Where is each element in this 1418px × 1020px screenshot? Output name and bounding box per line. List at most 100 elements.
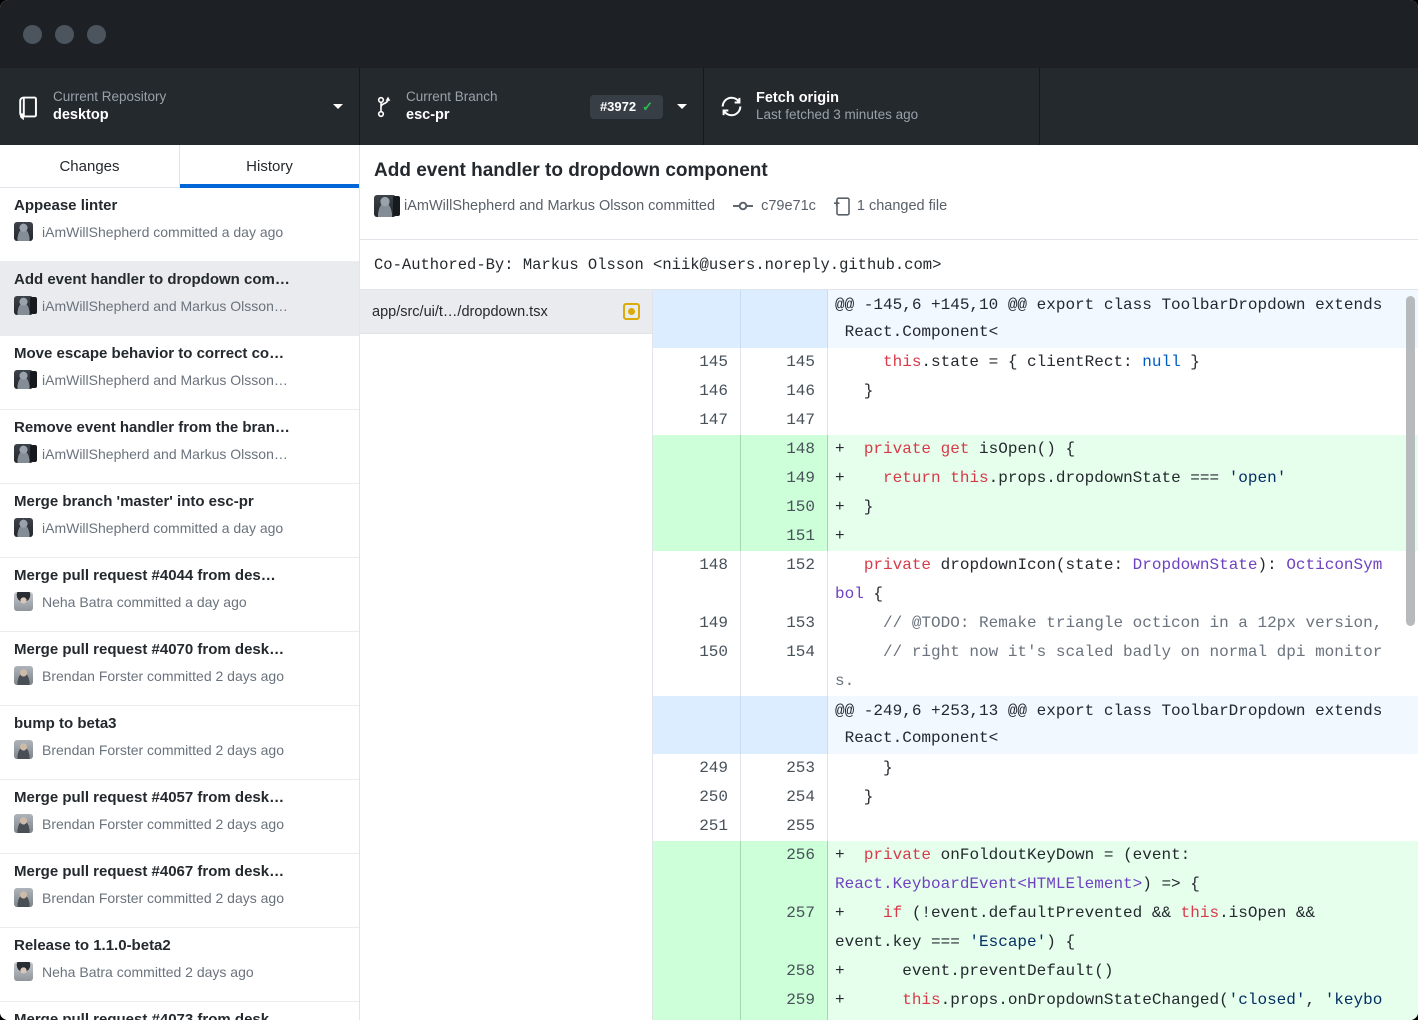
diff-area: app/src/ui/t…/dropdown.tsx @@ -145,6 +14…: [360, 290, 1418, 1020]
commit-list-title: Merge pull request #4073 from desk…: [14, 1011, 345, 1020]
commit-list-item[interactable]: Merge pull request #4044 from des…Neha B…: [0, 558, 359, 632]
close-window-button[interactable]: [23, 25, 42, 44]
commit-list-item[interactable]: bump to beta3Brendan Forster committed 2…: [0, 706, 359, 780]
old-line-number: [653, 435, 741, 464]
commit-list-title: Add event handler to dropdown com…: [14, 271, 345, 288]
commit-list-item[interactable]: Merge branch 'master' into esc-priAmWill…: [0, 484, 359, 558]
commit-list-item[interactable]: Merge pull request #4067 from desk…Brend…: [0, 854, 359, 928]
commit-list-meta-text: iAmWillShepherd and Markus Olsson…: [42, 372, 288, 388]
commit-authors: iAmWillShepherd and Markus Olsson commit…: [404, 198, 715, 214]
commit-list-item[interactable]: Move escape behavior to correct co… iAmWi…: [0, 336, 359, 410]
diff-row-context: 149153 // @TODO: Remake triangle octicon…: [653, 609, 1418, 638]
minimize-window-button[interactable]: [55, 25, 74, 44]
commit-description: Co-Authored-By: Markus Olsson <niik@user…: [360, 240, 1418, 290]
commit-list-title: Merge pull request #4057 from desk…: [14, 789, 345, 806]
tab-history[interactable]: History: [179, 145, 359, 187]
commit-list-item[interactable]: Merge pull request #4057 from desk… Brend…: [0, 780, 359, 854]
tab-changes[interactable]: Changes: [0, 145, 179, 187]
commit-list-item[interactable]: Release to 1.1.0-beta2Neha Batra committ…: [0, 928, 359, 1002]
branch-dropdown-button[interactable]: Current Branch esc-pr #3972 ✓: [360, 68, 704, 145]
new-line-number: 151: [741, 522, 828, 551]
diff-code: [828, 812, 1418, 841]
new-line-number: 149: [741, 464, 828, 493]
diff-row-add: 151+: [653, 522, 1418, 551]
commit-list-item[interactable]: Merge pull request #4073 from desk…: [0, 1002, 359, 1020]
avatar: [14, 740, 33, 759]
diff-code: private dropdownIcon(state: DropdownStat…: [828, 551, 1418, 609]
chevron-down-icon: [333, 104, 343, 109]
diff-row-add: 150+ }: [653, 493, 1418, 522]
diff-code: @@ -145,6 +145,10 @@ export class Toolba…: [828, 290, 1418, 348]
commit-list: Appease linter iAmWillShepherd committed …: [0, 188, 359, 1020]
avatar: [14, 222, 33, 241]
diff-row-add: 258+ event.preventDefault(): [653, 957, 1418, 986]
new-line-number: 259: [741, 986, 828, 1020]
zoom-window-button[interactable]: [87, 25, 106, 44]
old-line-number: 148: [653, 551, 741, 609]
commit-list-meta: Brendan Forster committed 2 days ago: [14, 666, 345, 685]
new-line-number: [741, 290, 828, 348]
new-line-number: 254: [741, 783, 828, 812]
new-line-number: 153: [741, 609, 828, 638]
avatar: [14, 444, 33, 463]
avatar: [30, 297, 37, 314]
commit-list-title: Appease linter: [14, 197, 345, 214]
new-line-number: 146: [741, 377, 828, 406]
old-line-number: [653, 522, 741, 551]
diff-row-add: 259+ this.props.onDropdownStateChanged('…: [653, 986, 1418, 1020]
new-line-number: [741, 696, 828, 754]
branch-label: Current Branch: [406, 89, 498, 106]
diff-code: +: [828, 522, 1418, 551]
commit-header: Add event handler to dropdown component …: [360, 145, 1418, 240]
avatar: [14, 666, 33, 685]
avatar: [30, 445, 37, 462]
commit-list-title: Move escape behavior to correct co…: [14, 345, 345, 362]
commit-list-title: Remove event handler from the bran…: [14, 419, 345, 436]
commit-list-item[interactable]: Appease linter iAmWillShepherd committed …: [0, 188, 359, 262]
old-line-number: [653, 957, 741, 986]
fetch-title: Fetch origin: [756, 89, 918, 107]
history-sidebar: ChangesHistory Appease linter iAmWillShep…: [0, 145, 360, 1020]
avatar: [30, 371, 37, 388]
repository-text: Current Repository desktop: [53, 89, 166, 124]
diff-row-context: 146146 }: [653, 377, 1418, 406]
commit-list-meta-text: Brendan Forster committed 2 days ago: [42, 742, 284, 758]
pr-number: #3972: [600, 99, 636, 114]
diff-row-context: 251255: [653, 812, 1418, 841]
avatar: [14, 518, 33, 537]
commit-title: Add event handler to dropdown component: [374, 160, 1404, 182]
avatar: [374, 195, 396, 217]
old-line-number: [653, 841, 741, 899]
avatar: [14, 370, 33, 389]
changed-files-count: 1 changed file: [857, 198, 947, 214]
diff-code: + }: [828, 493, 1418, 522]
commit-list-meta: iAmWillShepherd and Markus Olsson…: [14, 296, 345, 315]
commit-list-item[interactable]: Add event handler to dropdown com… iAmWil…: [0, 262, 359, 336]
app-window: Current Repository desktop Current Branc…: [0, 0, 1418, 1020]
commit-list-meta-text: iAmWillShepherd committed a day ago: [42, 224, 283, 240]
diff-row-context: 250254 }: [653, 783, 1418, 812]
commit-list-meta: Brendan Forster committed 2 days ago: [14, 814, 345, 833]
pr-number-badge: #3972 ✓: [590, 95, 663, 119]
commit-list-meta: Neha Batra committed a day ago: [14, 592, 345, 611]
new-line-number: 148: [741, 435, 828, 464]
diff-scrollbar[interactable]: [1406, 296, 1415, 626]
commit-list-meta: iAmWillShepherd committed a day ago: [14, 518, 345, 537]
old-line-number: 149: [653, 609, 741, 638]
commit-list-title: Merge pull request #4067 from desk…: [14, 863, 345, 880]
repository-dropdown-button[interactable]: Current Repository desktop: [0, 68, 360, 145]
new-line-number: 150: [741, 493, 828, 522]
commit-list-title: Merge pull request #4070 from desk…: [14, 641, 345, 658]
diff-row-add: 257+ if (!event.defaultPrevented && this…: [653, 899, 1418, 957]
file-list-item[interactable]: app/src/ui/t…/dropdown.tsx: [360, 290, 652, 334]
commit-list-item[interactable]: Remove event handler from the bran… iAmWi…: [0, 410, 359, 484]
repository-value: desktop: [53, 106, 166, 124]
diff-row-context: 249253 }: [653, 754, 1418, 783]
fetch-subtitle: Last fetched 3 minutes ago: [756, 107, 918, 124]
commit-list-meta-text: iAmWillShepherd and Markus Olsson…: [42, 446, 288, 462]
fetch-origin-button[interactable]: Fetch origin Last fetched 3 minutes ago: [704, 68, 1040, 145]
new-line-number: 257: [741, 899, 828, 957]
diff-code: [828, 406, 1418, 435]
commit-list-item[interactable]: Merge pull request #4070 from desk… Brend…: [0, 632, 359, 706]
branch-text: Current Branch esc-pr: [406, 89, 498, 124]
